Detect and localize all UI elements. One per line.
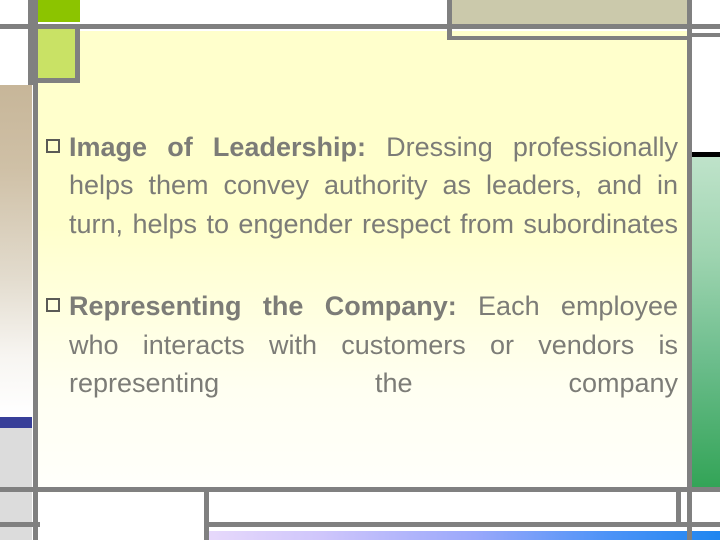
divider-horizontal-top xyxy=(0,24,720,29)
decor-white-box-bottom xyxy=(208,491,680,525)
divider-vertical-green-block xyxy=(75,28,80,82)
decor-tan-block-top-right xyxy=(452,0,692,24)
divider-horizontal-bottom-box-top xyxy=(208,487,680,492)
divider-horizontal-bottom-left-base xyxy=(0,522,40,527)
divider-vertical-top-right-b xyxy=(447,28,452,40)
divider-horizontal-green-block xyxy=(38,78,80,83)
decor-green-tab-block xyxy=(38,0,80,22)
bullet-paragraph: Image of Leadership: Dressing profession… xyxy=(69,128,678,281)
divider-horizontal-tan-underline xyxy=(452,36,692,40)
divider-vertical-bottom-box-right xyxy=(676,487,681,527)
bullet-lead-label: Representing the Company: xyxy=(69,291,457,322)
slide-body-text: Image of Leadership: Dressing profession… xyxy=(46,128,678,447)
divider-vertical-far-left xyxy=(28,0,33,83)
divider-horizontal-right-edge xyxy=(692,33,720,37)
hollow-square-bullet-icon xyxy=(46,298,60,313)
divider-vertical-top-right-a xyxy=(447,0,452,29)
decor-tan-gradient-strip xyxy=(0,85,32,415)
bullet-paragraph: Representing the Company: Each employee … xyxy=(69,287,678,440)
decor-white-corner-top-right xyxy=(692,0,720,152)
decor-green-gradient-strip-right xyxy=(692,157,720,487)
divider-vertical-right xyxy=(687,0,692,540)
divider-vertical-bottom-box xyxy=(204,487,209,540)
hollow-square-bullet-icon xyxy=(46,139,60,153)
decor-blue-bar xyxy=(0,417,32,428)
bullet-lead-label: Image of Leadership: xyxy=(69,132,366,162)
decor-gradient-strip-bottom xyxy=(208,531,720,540)
slide: Image of Leadership: Dressing profession… xyxy=(0,0,720,540)
list-item: Image of Leadership: Dressing profession… xyxy=(46,128,678,281)
divider-horizontal-bottom-box-base xyxy=(208,522,720,527)
decor-light-green-block xyxy=(38,28,80,82)
list-item: Representing the Company: Each employee … xyxy=(46,287,678,440)
